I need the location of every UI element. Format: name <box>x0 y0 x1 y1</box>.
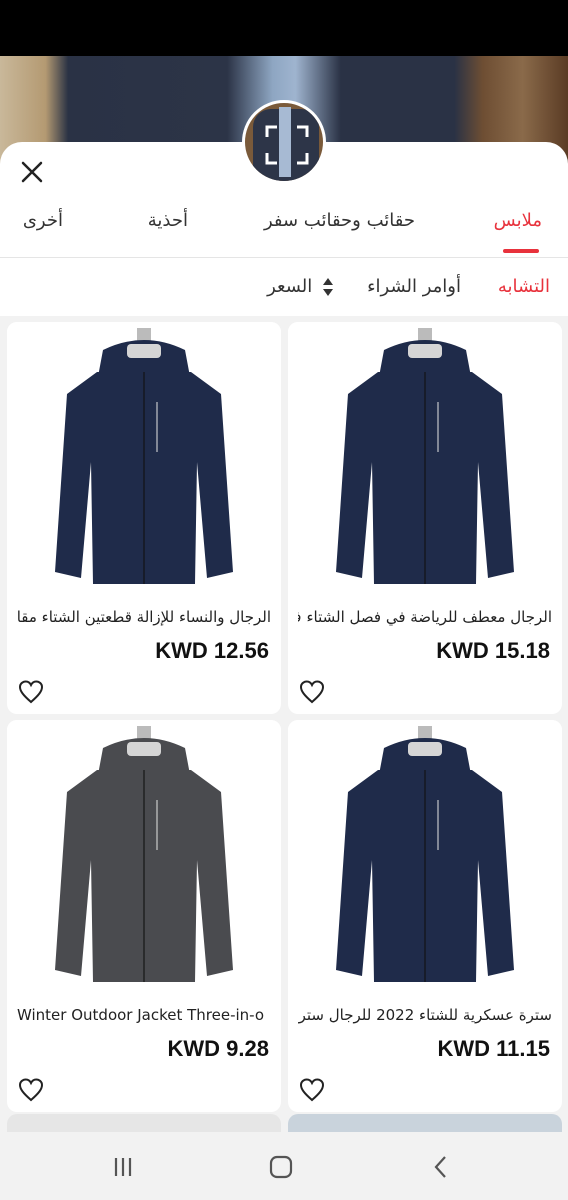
product-price: KWD 9.28 <box>167 1036 269 1061</box>
tab-clothes[interactable]: ملابس <box>494 210 542 231</box>
product-title: الرجال معطف للرياضة في فصل الشتاء ف <box>298 608 552 626</box>
jacket-shape <box>127 344 161 358</box>
jacket-shape <box>408 742 442 756</box>
product-title: الرجال والنساء للإزالة قطعتين الشتاء مقا <box>17 608 271 626</box>
heart-icon[interactable] <box>298 678 326 706</box>
product-image <box>288 322 562 602</box>
heart-icon[interactable] <box>17 678 45 706</box>
jacket-shape <box>127 742 161 756</box>
home-icon[interactable] <box>266 1152 296 1182</box>
category-tabs: ملابس حقائب وحقائب سفر أحذية أخرى <box>0 200 568 258</box>
tab-other[interactable]: أخرى <box>23 210 63 231</box>
product-card[interactable]: الرجال والنساء للإزالة قطعتين الشتاء مقا… <box>7 322 281 714</box>
sort-price-label: السعر <box>267 276 313 297</box>
product-card[interactable]: سترة عسكرية للشتاء 2022 للرجال سترة KWD … <box>288 720 562 1112</box>
recent-apps-icon[interactable] <box>108 1152 138 1182</box>
product-price: KWD 12.56 <box>155 638 269 663</box>
system-nav-bar <box>0 1132 568 1200</box>
heart-icon[interactable] <box>17 1076 45 1104</box>
product-price: KWD 11.15 <box>437 1036 551 1061</box>
product-title: Winter Outdoor Jacket Three-in-o <box>17 1006 265 1024</box>
sort-price[interactable]: السعر <box>267 276 334 298</box>
jacket-shape <box>408 344 442 358</box>
active-tab-indicator <box>503 249 539 253</box>
sort-bar: التشابه أوامر الشراء السعر <box>0 258 568 316</box>
product-card[interactable]: Winter Outdoor Jacket Three-in-o KWD 9.2… <box>7 720 281 1112</box>
product-image <box>288 720 562 1000</box>
product-price: KWD 15.18 <box>436 638 550 663</box>
status-bar <box>0 0 568 56</box>
sort-similar[interactable]: التشابه <box>498 276 550 297</box>
tab-bags[interactable]: حقائب وحقائب سفر <box>264 210 415 231</box>
product-image <box>7 720 281 1000</box>
search-image-thumbnail[interactable] <box>242 100 326 184</box>
back-icon[interactable] <box>426 1152 456 1182</box>
heart-icon[interactable] <box>298 1076 326 1104</box>
close-icon[interactable] <box>18 158 46 186</box>
crop-frame-icon <box>265 125 309 165</box>
product-title: سترة عسكرية للشتاء 2022 للرجال سترة <box>298 1006 552 1024</box>
product-card[interactable]: الرجال معطف للرياضة في فصل الشتاء ف KWD … <box>288 322 562 714</box>
sort-arrows-icon <box>323 278 333 296</box>
sort-orders[interactable]: أوامر الشراء <box>367 276 461 297</box>
product-image <box>7 322 281 602</box>
tab-shoes[interactable]: أحذية <box>148 210 188 231</box>
